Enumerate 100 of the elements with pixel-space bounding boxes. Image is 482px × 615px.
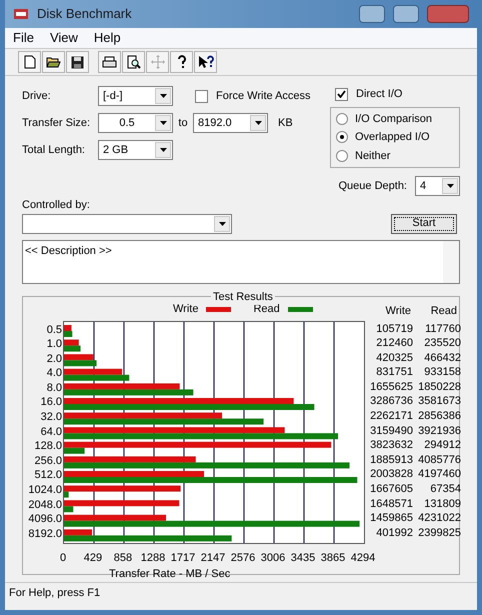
axis-label: 2048.0 [27, 498, 62, 512]
axis-label: 32.0 [40, 410, 62, 425]
table-cell-text: 1459865 [369, 511, 413, 526]
tick-label: 4294 [350, 550, 376, 566]
axis-label: 16.0 [40, 395, 62, 410]
axis-label: 2.0 [46, 352, 62, 366]
controlled-by-dropdown[interactable] [22, 214, 232, 234]
legend-label: Read [253, 302, 280, 318]
print-preview-icon[interactable] [122, 51, 145, 73]
field-label: Drive: [22, 88, 52, 104]
axis-label: 1024.0 [27, 483, 62, 498]
column-header: Read [430, 304, 458, 316]
field-label: Total Length: [22, 142, 86, 158]
field-label: Controlled by: [22, 198, 91, 213]
table-cell-text: 420325 [375, 350, 413, 366]
axis-label: 256.0 [33, 454, 62, 468]
table-cell-text: 1850228 [417, 380, 461, 394]
table-cell-text: 4231022 [417, 511, 461, 526]
table-cell-text: 831751 [375, 365, 413, 380]
printer-icon[interactable] [98, 51, 121, 73]
maximize-button[interactable] [393, 5, 419, 23]
unit-label: KB [278, 116, 293, 131]
legend-swatch [288, 307, 313, 312]
menu-item[interactable]: Help [94, 28, 121, 48]
axis-title: Transfer Rate - MB / Sec [109, 566, 232, 582]
radio-label: Neither [355, 148, 390, 164]
table-cell-text: 2003828 [369, 467, 413, 482]
table-cell-text: 3286736 [369, 394, 413, 410]
table-cell-text: 2856386 [417, 409, 461, 424]
window-title: Disk Benchmark [37, 5, 133, 24]
tick-label: 858 [114, 550, 132, 566]
legend-swatch [206, 307, 232, 312]
radio-button[interactable] [336, 112, 348, 125]
drive-dropdown[interactable]: [-d-] [98, 86, 173, 106]
table-cell-text: 3921936 [417, 424, 461, 438]
table-cell-text: 105719 [375, 322, 413, 336]
table-cell-text: 2262171 [369, 409, 413, 424]
table-cell-text: 4085776 [417, 452, 461, 468]
radio-button[interactable] [336, 150, 348, 162]
table-cell-text: 401992 [375, 526, 413, 540]
save-icon[interactable] [66, 51, 89, 73]
checkbox-label: Force Write Access [216, 88, 311, 104]
field-label: to [177, 116, 189, 131]
table-cell-text: 3823632 [369, 438, 413, 453]
tick-label: 0 [60, 550, 66, 566]
tick-label: 1288 [140, 550, 166, 566]
tick-label: 3865 [320, 550, 346, 566]
app-icon [13, 6, 29, 22]
column-header: Write [384, 304, 412, 316]
checkbox[interactable] [195, 90, 208, 102]
radio-button[interactable] [336, 131, 348, 144]
table-cell-text: 4197460 [417, 467, 461, 482]
tick-label: 2576 [230, 550, 256, 566]
table-cell-text: 235520 [423, 336, 461, 351]
tick-label: 429 [84, 550, 102, 566]
table-cell-text: 3581673 [417, 394, 461, 410]
field-label: Transfer Size: [22, 116, 92, 131]
axis-label: 1.0 [46, 337, 62, 352]
radio-label: I/O Comparison [355, 112, 432, 126]
axis-label: 8192.0 [27, 526, 62, 542]
table-cell-text: 933158 [423, 365, 461, 380]
table-cell-text: 466432 [423, 350, 461, 366]
menu-item[interactable]: View [50, 28, 78, 48]
checkbox-label: Direct I/O [356, 87, 402, 102]
axis-label: 128.0 [33, 439, 62, 454]
total-length-dropdown[interactable]: 2 GB [98, 140, 173, 160]
context-help-icon[interactable] [194, 51, 217, 73]
tick-label: 1717 [170, 550, 196, 566]
tick-label: 3006 [260, 550, 286, 566]
table-cell-text: 212460 [375, 336, 413, 351]
start-button[interactable]: Start [391, 214, 457, 234]
queue-depth-dropdown[interactable]: 4 [415, 176, 460, 196]
table-cell-text: 2399825 [417, 526, 461, 540]
new-file-icon[interactable] [18, 51, 41, 73]
axis-label: 0.5 [46, 322, 62, 338]
legend-label: Write [173, 302, 198, 318]
table-cell-text: 1655625 [369, 380, 413, 394]
axis-label: 512.0 [33, 468, 62, 484]
axis-label: 4096.0 [27, 512, 62, 527]
axis-label: 8.0 [46, 380, 62, 396]
menu-item[interactable]: File [13, 28, 34, 48]
help-icon[interactable] [170, 51, 193, 73]
open-folder-icon[interactable] [42, 51, 65, 73]
transfer-from-dropdown[interactable]: 0.5 [98, 113, 173, 133]
table-cell-text: 1648571 [369, 496, 413, 512]
table-cell-text: 3159490 [369, 424, 413, 438]
status-text: For Help, press F1 [9, 586, 100, 602]
axis-label: 4.0 [46, 366, 62, 381]
minimize-button[interactable] [359, 5, 385, 23]
field-label: Queue Depth: [338, 178, 407, 194]
checkbox[interactable] [335, 88, 348, 101]
table-cell-text: 117760 [424, 322, 461, 336]
transfer-to-dropdown[interactable]: 8192.0 [193, 113, 268, 133]
description-text: << Description >> [24, 244, 113, 258]
axis-label: 64.0 [40, 424, 62, 440]
table-cell-text: 1667605 [369, 482, 413, 497]
table-cell-text: 131809 [423, 496, 461, 512]
tick-label: 2147 [200, 550, 226, 566]
table-cell-text: 1885913 [369, 452, 413, 468]
table-cell-text: 294912 [423, 438, 461, 453]
